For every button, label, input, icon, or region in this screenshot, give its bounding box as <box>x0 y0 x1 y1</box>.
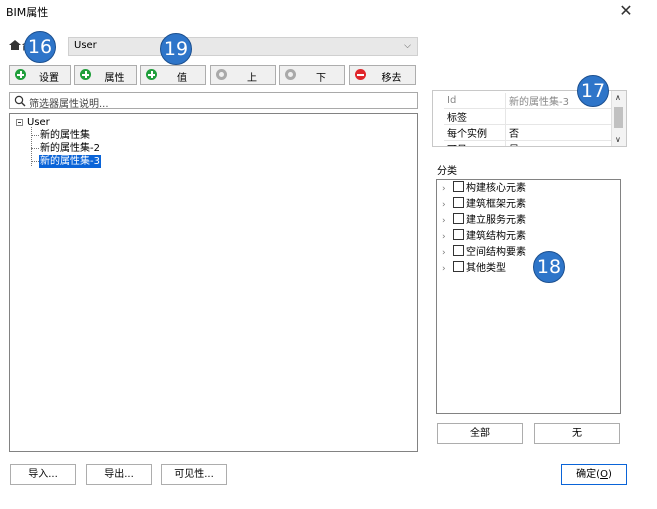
prop-value[interactable] <box>505 108 612 125</box>
chevron-down-icon[interactable]: ∨ <box>615 135 621 144</box>
ok-button[interactable]: 确定(O) <box>561 464 627 485</box>
remove-icon <box>355 69 366 80</box>
prop-key: Id <box>444 93 506 109</box>
category-item-label: 构建核心元素 <box>466 183 526 194</box>
category-item-label: 建立服务元素 <box>466 215 526 226</box>
up-button-label: 上 <box>247 73 257 84</box>
move-up-button[interactable]: 上 <box>210 65 276 85</box>
tree-connector <box>31 148 39 149</box>
category-label: 分类 <box>437 166 457 177</box>
remove-button-label: 移去 <box>381 73 402 84</box>
close-icon[interactable]: ✕ <box>618 1 634 20</box>
value-button-label: 值 <box>177 73 187 84</box>
category-list[interactable]: › 构建核心元素 › 建筑框架元素 › 建立服务元素 › 建筑结构元素 › 空间结构要素 … <box>436 179 621 414</box>
search-icon <box>14 95 26 107</box>
export-button[interactable]: 导出... <box>86 464 152 485</box>
tree-connector <box>31 135 39 136</box>
select-all-button[interactable]: 全部 <box>437 423 523 444</box>
namespace-selected: User <box>74 40 97 51</box>
add-property-button[interactable]: 属性 <box>74 65 137 85</box>
tree-item-selected[interactable]: 新的属性集-3 <box>39 155 101 168</box>
prop-value[interactable]: 是 <box>505 140 612 146</box>
category-item[interactable]: › 空间结构要素 <box>442 245 526 261</box>
category-item[interactable]: › 建筑框架元素 <box>442 197 526 213</box>
category-item-label: 建筑结构元素 <box>466 231 526 242</box>
add-icon <box>15 69 26 80</box>
chevron-up-icon[interactable]: ∧ <box>615 93 621 102</box>
select-none-button[interactable]: 无 <box>534 423 620 444</box>
settings-button[interactable]: 设置 <box>9 65 71 85</box>
category-item[interactable]: › 建立服务元素 <box>442 213 526 229</box>
chevron-right-icon[interactable]: › <box>442 245 450 261</box>
property-button-label: 属性 <box>104 73 125 84</box>
move-down-button[interactable]: 下 <box>279 65 345 85</box>
checkbox[interactable] <box>453 261 464 272</box>
up-icon <box>216 69 227 80</box>
checkbox[interactable] <box>453 181 464 192</box>
ok-label-end: ) <box>607 469 612 480</box>
prop-key: 可见 <box>444 140 506 146</box>
window-title: BIM属性 <box>6 6 49 19</box>
checkbox[interactable] <box>453 197 464 208</box>
tree-item[interactable]: 新的属性集-2 <box>40 142 100 155</box>
tree-item[interactable]: 新的属性集 <box>40 129 90 142</box>
namespace-dropdown[interactable]: User ⌵ <box>68 37 418 56</box>
tree-connector <box>31 161 39 162</box>
prop-key: 标签 <box>444 108 506 125</box>
chevron-right-icon[interactable]: › <box>442 229 450 245</box>
prop-key: 每个实例 <box>444 124 506 141</box>
property-scrollbar[interactable]: ∧ ∨ <box>611 91 626 146</box>
checkbox[interactable] <box>453 213 464 224</box>
settings-button-label: 设置 <box>39 73 59 84</box>
scrollbar-thumb[interactable] <box>614 107 623 128</box>
down-button-label: 下 <box>316 73 326 84</box>
import-button[interactable]: 导入... <box>10 464 76 485</box>
checkbox[interactable] <box>453 245 464 256</box>
collapse-icon[interactable] <box>16 119 23 126</box>
ok-accelerator: O <box>600 469 608 480</box>
category-item[interactable]: › 构建核心元素 <box>442 181 526 197</box>
visibility-button[interactable]: 可见性... <box>161 464 227 485</box>
filter-input[interactable]: 筛选器属性说明... <box>9 92 418 110</box>
down-icon <box>285 69 296 80</box>
add-icon <box>146 69 157 80</box>
category-item-label: 空间结构要素 <box>466 247 526 258</box>
filter-placeholder: 筛选器属性说明... <box>29 99 109 110</box>
namespace-icon <box>9 40 21 50</box>
category-item-label: 建筑框架元素 <box>466 199 526 210</box>
category-item[interactable]: › 建筑结构元素 <box>442 229 526 245</box>
chevron-down-icon: ⌵ <box>404 41 411 51</box>
checkbox[interactable] <box>453 229 464 240</box>
add-value-button[interactable]: 值 <box>140 65 206 85</box>
ok-label: 确定( <box>576 469 601 480</box>
category-item[interactable]: › 其他类型 <box>442 261 506 277</box>
property-set-tree[interactable]: User 新的属性集 新的属性集-2 新的属性集-3 <box>9 113 418 452</box>
callout-badge-19: 19 <box>160 33 192 65</box>
chevron-right-icon[interactable]: › <box>442 261 450 277</box>
remove-button[interactable]: 移去 <box>349 65 416 85</box>
chevron-right-icon[interactable]: › <box>442 197 450 213</box>
callout-badge-18: 18 <box>533 251 565 283</box>
category-item-label: 其他类型 <box>466 263 506 274</box>
callout-badge-17: 17 <box>577 75 609 107</box>
chevron-right-icon[interactable]: › <box>442 213 450 229</box>
callout-badge-16: 16 <box>24 31 56 63</box>
prop-value[interactable]: 否 <box>505 124 612 141</box>
add-icon <box>80 69 91 80</box>
chevron-right-icon[interactable]: › <box>442 181 450 197</box>
